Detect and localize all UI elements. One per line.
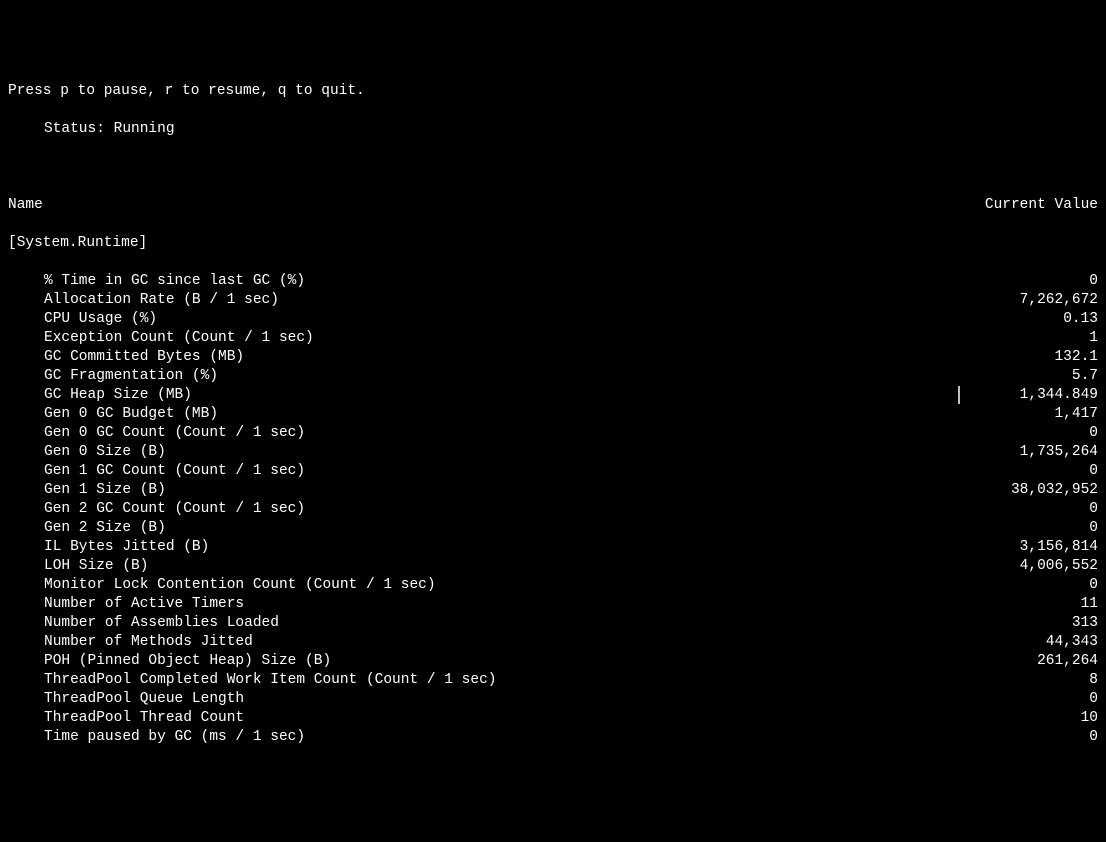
counter-row: GC Fragmentation (%)5.7 xyxy=(8,367,1098,386)
counter-value: 7,262,672 xyxy=(1020,291,1098,310)
counter-row: LOH Size (B)4,006,552 xyxy=(8,557,1098,576)
counter-name: Number of Assemblies Loaded xyxy=(44,614,1072,633)
counter-row: GC Heap Size (MB)1,344.849 xyxy=(8,386,1098,405)
counter-name: Time paused by GC (ms / 1 sec) xyxy=(44,728,1089,747)
counter-name: Monitor Lock Contention Count (Count / 1… xyxy=(44,576,1089,595)
counter-value: 0 xyxy=(1089,462,1098,481)
counter-name: GC Heap Size (MB) xyxy=(44,386,1020,405)
counter-value: 1,417 xyxy=(1054,405,1098,424)
counter-name: Allocation Rate (B / 1 sec) xyxy=(44,291,1020,310)
counter-row: ThreadPool Thread Count10 xyxy=(8,709,1098,728)
counter-value: 0 xyxy=(1089,519,1098,538)
counter-value: 3,156,814 xyxy=(1020,538,1098,557)
counter-row: IL Bytes Jitted (B)3,156,814 xyxy=(8,538,1098,557)
counter-value: 1,735,264 xyxy=(1020,443,1098,462)
counter-row: Gen 0 Size (B)1,735,264 xyxy=(8,443,1098,462)
counter-name: LOH Size (B) xyxy=(44,557,1020,576)
counter-value: 1 xyxy=(1089,329,1098,348)
counter-name: Gen 1 Size (B) xyxy=(44,481,1011,500)
counter-name: GC Fragmentation (%) xyxy=(44,367,1072,386)
counter-value: 0 xyxy=(1089,690,1098,709)
blank-line xyxy=(8,158,1098,177)
counter-row: Allocation Rate (B / 1 sec)7,262,672 xyxy=(8,291,1098,310)
counter-name: ThreadPool Completed Work Item Count (Co… xyxy=(44,671,1089,690)
counter-name: Exception Count (Count / 1 sec) xyxy=(44,329,1089,348)
counter-value: 8 xyxy=(1089,671,1098,690)
counter-name: CPU Usage (%) xyxy=(44,310,1063,329)
status-value: Running xyxy=(114,121,175,137)
counter-value: 0 xyxy=(1089,500,1098,519)
counter-name: Number of Active Timers xyxy=(44,595,1081,614)
counter-row: Number of Active Timers11 xyxy=(8,595,1098,614)
counter-row: POH (Pinned Object Heap) Size (B)261,264 xyxy=(8,652,1098,671)
counter-row: CPU Usage (%)0.13 xyxy=(8,310,1098,329)
counter-name: Number of Methods Jitted xyxy=(44,633,1046,652)
status-line: Status: Running xyxy=(8,120,1098,139)
counter-value: 0 xyxy=(1089,424,1098,443)
counter-value: 0 xyxy=(1089,728,1098,747)
counter-row: Exception Count (Count / 1 sec)1 xyxy=(8,329,1098,348)
counter-row: % Time in GC since last GC (%)0 xyxy=(8,272,1098,291)
counter-name: GC Committed Bytes (MB) xyxy=(44,348,1054,367)
counter-name: IL Bytes Jitted (B) xyxy=(44,538,1020,557)
counter-row: Monitor Lock Contention Count (Count / 1… xyxy=(8,576,1098,595)
counter-name: Gen 0 GC Count (Count / 1 sec) xyxy=(44,424,1089,443)
counter-row: Time paused by GC (ms / 1 sec)0 xyxy=(8,728,1098,747)
counter-value: 11 xyxy=(1081,595,1098,614)
counter-row: Gen 1 GC Count (Count / 1 sec)0 xyxy=(8,462,1098,481)
counter-row: Number of Assemblies Loaded313 xyxy=(8,614,1098,633)
counter-name: Gen 1 GC Count (Count / 1 sec) xyxy=(44,462,1089,481)
counter-value: 0 xyxy=(1089,576,1098,595)
status-label: Status: xyxy=(44,121,105,137)
counter-value: 10 xyxy=(1081,709,1098,728)
counter-row: ThreadPool Completed Work Item Count (Co… xyxy=(8,671,1098,690)
counter-name: ThreadPool Queue Length xyxy=(44,690,1089,709)
text-cursor xyxy=(958,386,960,404)
counter-value: 44,343 xyxy=(1046,633,1098,652)
counter-value: 4,006,552 xyxy=(1020,557,1098,576)
counter-row: Gen 2 Size (B)0 xyxy=(8,519,1098,538)
counter-row: Gen 2 GC Count (Count / 1 sec)0 xyxy=(8,500,1098,519)
counter-row: Gen 0 GC Budget (MB)1,417 xyxy=(8,405,1098,424)
counter-row: Gen 0 GC Count (Count / 1 sec)0 xyxy=(8,424,1098,443)
counters-table: % Time in GC since last GC (%)0Allocatio… xyxy=(8,272,1098,747)
column-name-header: Name xyxy=(8,196,43,215)
counter-name: Gen 2 Size (B) xyxy=(44,519,1089,538)
counter-name: Gen 2 GC Count (Count / 1 sec) xyxy=(44,500,1089,519)
counter-value: 261,264 xyxy=(1037,652,1098,671)
counter-name: Gen 0 Size (B) xyxy=(44,443,1020,462)
counter-name: ThreadPool Thread Count xyxy=(44,709,1081,728)
counter-name: POH (Pinned Object Heap) Size (B) xyxy=(44,652,1037,671)
instruction-line: Press p to pause, r to resume, q to quit… xyxy=(8,82,1098,101)
counter-row: Number of Methods Jitted44,343 xyxy=(8,633,1098,652)
counter-value: 1,344.849 xyxy=(1020,386,1098,405)
counter-row: Gen 1 Size (B)38,032,952 xyxy=(8,481,1098,500)
counter-value: 38,032,952 xyxy=(1011,481,1098,500)
counter-row: ThreadPool Queue Length0 xyxy=(8,690,1098,709)
column-value-header: Current Value xyxy=(985,196,1098,215)
counter-value: 5.7 xyxy=(1072,367,1098,386)
counter-value: 0 xyxy=(1089,272,1098,291)
counter-value: 313 xyxy=(1072,614,1098,633)
column-headers: Name Current Value xyxy=(8,196,1098,215)
section-header: [System.Runtime] xyxy=(8,234,1098,253)
counter-name: Gen 0 GC Budget (MB) xyxy=(44,405,1054,424)
counter-value: 0.13 xyxy=(1063,310,1098,329)
counter-value: 132.1 xyxy=(1054,348,1098,367)
counter-name: % Time in GC since last GC (%) xyxy=(44,272,1089,291)
counter-row: GC Committed Bytes (MB)132.1 xyxy=(8,348,1098,367)
